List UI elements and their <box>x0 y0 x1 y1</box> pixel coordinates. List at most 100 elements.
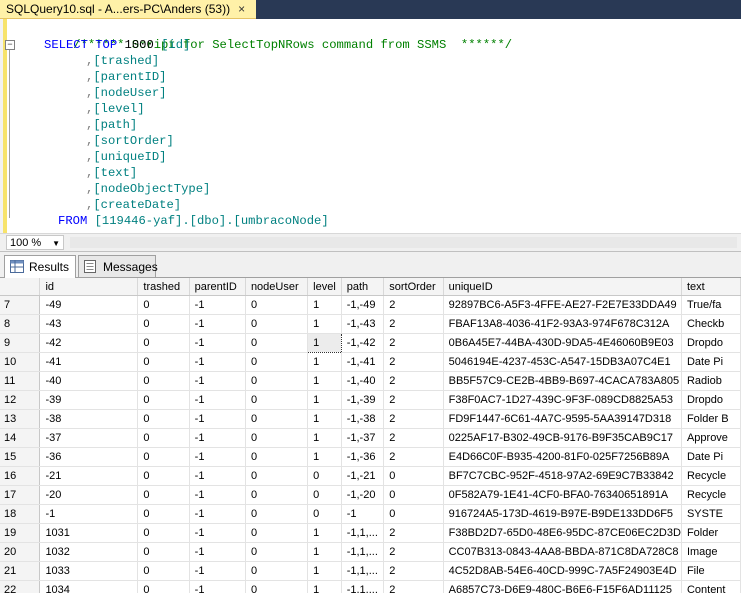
grid-cell[interactable]: Folder <box>681 523 741 543</box>
grid-cell[interactable]: Folder B <box>681 409 741 429</box>
grid-cell[interactable]: File <box>681 561 741 581</box>
grid-cell[interactable]: -1,-38 <box>341 409 385 429</box>
grid-cell[interactable]: 0 <box>245 447 309 467</box>
grid-cell[interactable]: 0 <box>245 428 309 448</box>
grid-cell[interactable]: 1 <box>307 390 342 410</box>
grid-cell[interactable]: -1 <box>189 390 246 410</box>
grid-cell[interactable]: 0 <box>307 504 342 524</box>
close-tab-icon[interactable]: × <box>238 2 245 16</box>
grid-cell[interactable]: 1 <box>307 561 342 581</box>
grid-cell[interactable]: 2 <box>383 523 444 543</box>
grid-cell[interactable]: -1,-40 <box>341 371 385 391</box>
grid-cell[interactable]: -1,1,... <box>341 542 385 562</box>
column-header[interactable]: sortOrder <box>383 278 444 296</box>
grid-cell[interactable]: -36 <box>39 447 139 467</box>
grid-cell[interactable]: -43 <box>39 314 139 334</box>
zoom-dropdown[interactable]: 100 % ▼ <box>6 235 64 250</box>
grid-cell[interactable]: F38BD2D7-65D0-48E6-95DC-87CE06EC2D3D <box>443 523 682 543</box>
row-number[interactable]: 11 <box>0 371 41 391</box>
grid-cell[interactable]: Approve <box>681 428 741 448</box>
grid-cell[interactable]: 2 <box>383 390 444 410</box>
grid-cell[interactable]: Dropdo <box>681 390 741 410</box>
grid-cell[interactable]: SYSTE <box>681 504 741 524</box>
grid-cell[interactable]: 0 <box>137 352 190 372</box>
grid-cell[interactable]: 4C52D8AB-54E6-40CD-999C-7A5F24903E4D <box>443 561 682 581</box>
column-header[interactable]: uniqueID <box>443 278 682 296</box>
grid-cell[interactable]: -37 <box>39 428 139 448</box>
row-number[interactable]: 18 <box>0 504 41 524</box>
grid-cell[interactable]: BF7C7CBC-952F-4518-97A2-69E9C7B33842 <box>443 466 682 486</box>
table-row[interactable]: 15 -36 0 -1 0 1 -1,-36 2 E4D66C0F-B935-4200-81F0… <box>0 447 741 467</box>
grid-cell[interactable]: E4D66C0F-B935-4200-81F0-025F7256B89A <box>443 447 682 467</box>
grid-cell[interactable]: FBAF13A8-4036-41F2-93A3-974F678C312A <box>443 314 682 334</box>
column-header[interactable]: parentID <box>189 278 246 296</box>
query-document-tab[interactable]: SQLQuery10.sql - A...ers-PC\Anders (53))… <box>0 0 256 19</box>
results-grid[interactable]: id trashed parentID nodeUser level path … <box>0 278 741 593</box>
grid-cell[interactable]: 1 <box>307 542 342 562</box>
grid-cell[interactable]: -1,-39 <box>341 390 385 410</box>
column-header[interactable]: trashed <box>137 278 190 296</box>
grid-cell[interactable]: 1 <box>307 295 342 315</box>
grid-cell[interactable]: -1,1,... <box>341 561 385 581</box>
grid-cell[interactable]: -1,-36 <box>341 447 385 467</box>
grid-cell[interactable]: 1033 <box>39 561 139 581</box>
grid-cell[interactable]: Checkb <box>681 314 741 334</box>
grid-cell[interactable]: 0 <box>137 523 190 543</box>
grid-cell[interactable]: 0 <box>137 409 190 429</box>
collapse-select-icon[interactable]: − <box>5 40 15 50</box>
grid-cell[interactable]: 0 <box>137 466 190 486</box>
grid-cell[interactable]: -1,1,... <box>341 580 385 593</box>
grid-cell[interactable]: 0 <box>137 314 190 334</box>
grid-cell[interactable]: 2 <box>383 295 444 315</box>
grid-cell[interactable]: -1,-43 <box>341 314 385 334</box>
row-number[interactable]: 12 <box>0 390 41 410</box>
grid-cell[interactable]: 92897BC6-A5F3-4FFE-AE27-F2E7E33DDA49 <box>443 295 682 315</box>
grid-cell[interactable]: 0 <box>307 466 342 486</box>
row-number[interactable]: 16 <box>0 466 41 486</box>
grid-cell[interactable]: 0 <box>245 390 309 410</box>
grid-cell[interactable]: -1 <box>189 428 246 448</box>
grid-cell[interactable]: -1 <box>189 295 246 315</box>
table-row[interactable]: 13 -38 0 -1 0 1 -1,-38 2 FD9F1447-6C61-4A7C-9595… <box>0 409 741 429</box>
grid-cell[interactable]: A6857C73-D6E9-480C-B6E6-F15F6AD11125 <box>443 580 682 593</box>
table-row[interactable]: 18 -1 0 -1 0 0 -1 0 916724A5-173D-4619-B97E-B9DE… <box>0 504 741 524</box>
grid-cell[interactable]: 2 <box>383 409 444 429</box>
grid-cell[interactable]: 0 <box>307 485 342 505</box>
grid-cell[interactable]: -42 <box>39 333 139 353</box>
table-row[interactable]: 22 1034 0 -1 0 1 -1,1,... 2 A6857C73-D6E9-480C-B… <box>0 580 741 593</box>
grid-cell[interactable]: 0 <box>383 504 444 524</box>
table-row[interactable]: 10 -41 0 -1 0 1 -1,-41 2 5046194E-4237-453C-A547… <box>0 352 741 372</box>
table-row[interactable]: 7 -49 0 -1 0 1 -1,-49 2 92897BC6-A5F3-4FFE-AE27-… <box>0 295 741 315</box>
grid-cell[interactable]: -1,-21 <box>341 466 385 486</box>
grid-cell[interactable]: FD9F1447-6C61-4A7C-9595-5AA39147D318 <box>443 409 682 429</box>
grid-cell[interactable]: 0F582A79-1E41-4CF0-BFA0-76340651891A <box>443 485 682 505</box>
row-number[interactable]: 8 <box>0 314 41 334</box>
grid-cell[interactable]: -21 <box>39 466 139 486</box>
grid-cell[interactable]: 0 <box>245 352 309 372</box>
grid-cell[interactable]: -1 <box>189 371 246 391</box>
grid-cell[interactable]: 5046194E-4237-453C-A547-15DB3A07C4E1 <box>443 352 682 372</box>
grid-cell[interactable]: -40 <box>39 371 139 391</box>
grid-cell[interactable]: -41 <box>39 352 139 372</box>
grid-cell[interactable]: 1 <box>307 447 342 467</box>
grid-cell[interactable]: F38F0AC7-1D27-439C-9F3F-089CD8825A53 <box>443 390 682 410</box>
grid-cell[interactable]: -1 <box>189 485 246 505</box>
grid-cell[interactable]: -20 <box>39 485 139 505</box>
row-number[interactable]: 13 <box>0 409 41 429</box>
editor-horizontal-scrollbar[interactable] <box>70 237 737 248</box>
grid-cell[interactable]: Content <box>681 580 741 593</box>
grid-cell[interactable]: 0 <box>245 295 309 315</box>
grid-cell[interactable]: -1 <box>189 466 246 486</box>
grid-cell[interactable]: 2 <box>383 333 444 353</box>
grid-cell[interactable]: -38 <box>39 409 139 429</box>
grid-cell[interactable]: -1,-49 <box>341 295 385 315</box>
grid-cell[interactable]: 1034 <box>39 580 139 593</box>
grid-cell[interactable]: -1 <box>189 447 246 467</box>
grid-cell[interactable]: 1031 <box>39 523 139 543</box>
row-number[interactable]: 15 <box>0 447 41 467</box>
grid-cell[interactable]: 1 <box>307 371 342 391</box>
grid-cell[interactable]: CC07B313-0843-4AA8-BBDA-871C8DA728C8 <box>443 542 682 562</box>
grid-cell[interactable]: 2 <box>383 447 444 467</box>
grid-cell[interactable]: BB5F57C9-CE2B-4BB9-B697-4CACA783A805 <box>443 371 682 391</box>
grid-cell[interactable]: -1 <box>189 580 246 593</box>
